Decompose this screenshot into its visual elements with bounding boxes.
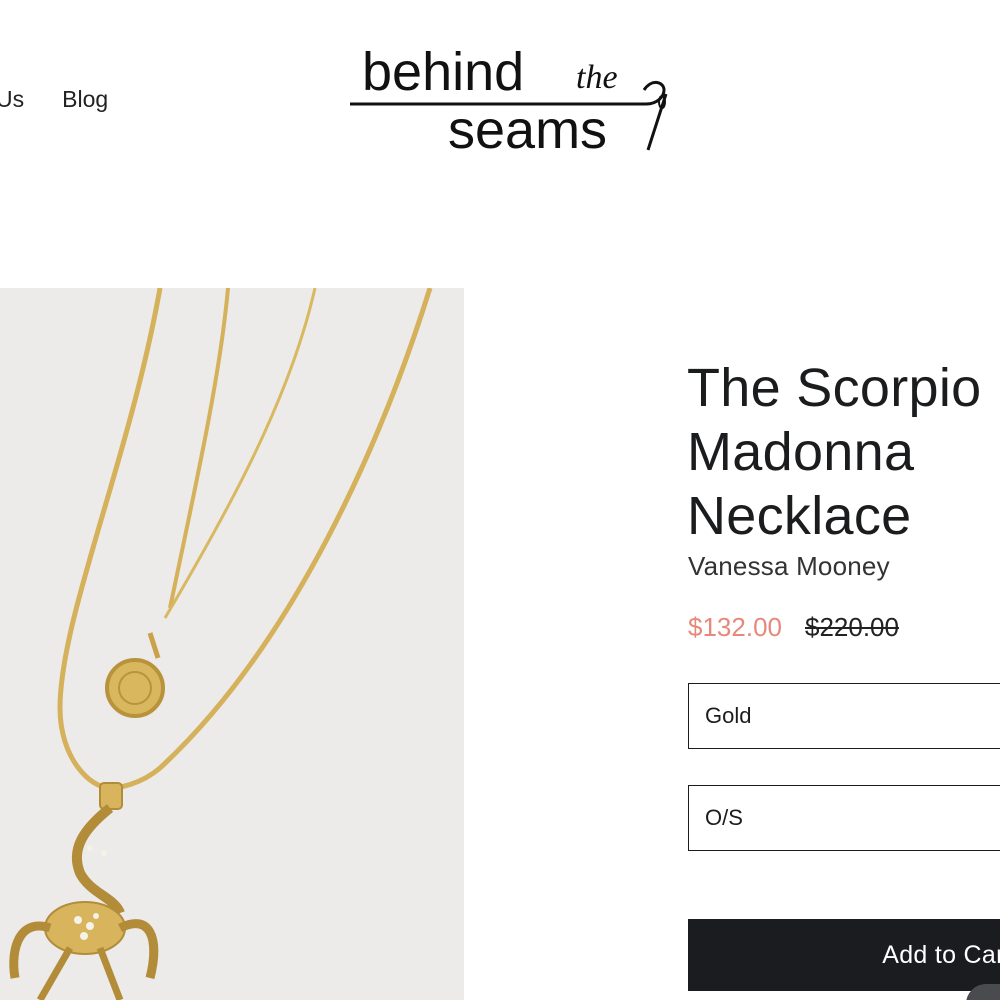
sale-price: $132.00: [688, 612, 782, 642]
site-logo[interactable]: behind the seams: [346, 36, 676, 158]
compare-at-price: $220.00: [804, 612, 899, 642]
product-title: The Scorpio Madonna Necklace: [687, 358, 982, 546]
logo-text-the: the: [576, 59, 618, 96]
add-to-cart-button[interactable]: Add to Cart: [688, 919, 1000, 991]
color-select-value: Gold: [705, 703, 752, 728]
color-select[interactable]: Gold: [688, 683, 1000, 749]
product-image[interactable]: [0, 288, 464, 1000]
add-to-cart-label: Add to Cart: [882, 940, 1000, 969]
price-block: $132.00 $220.00: [688, 612, 899, 643]
product-page: Us Blog behind the seams The Scorpio Mad…: [0, 0, 1000, 1000]
size-select[interactable]: O/S: [688, 785, 1000, 851]
necklace-photo: [0, 288, 464, 1000]
nav-item-about-us[interactable]: Us: [0, 86, 24, 113]
logo-text-seams: seams: [448, 100, 607, 158]
main-nav: Us Blog: [0, 86, 108, 113]
size-select-value: O/S: [705, 805, 743, 830]
logo-text-behind: behind: [362, 42, 524, 102]
nav-item-blog[interactable]: Blog: [62, 86, 108, 113]
product-vendor[interactable]: Vanessa Mooney: [688, 551, 890, 582]
